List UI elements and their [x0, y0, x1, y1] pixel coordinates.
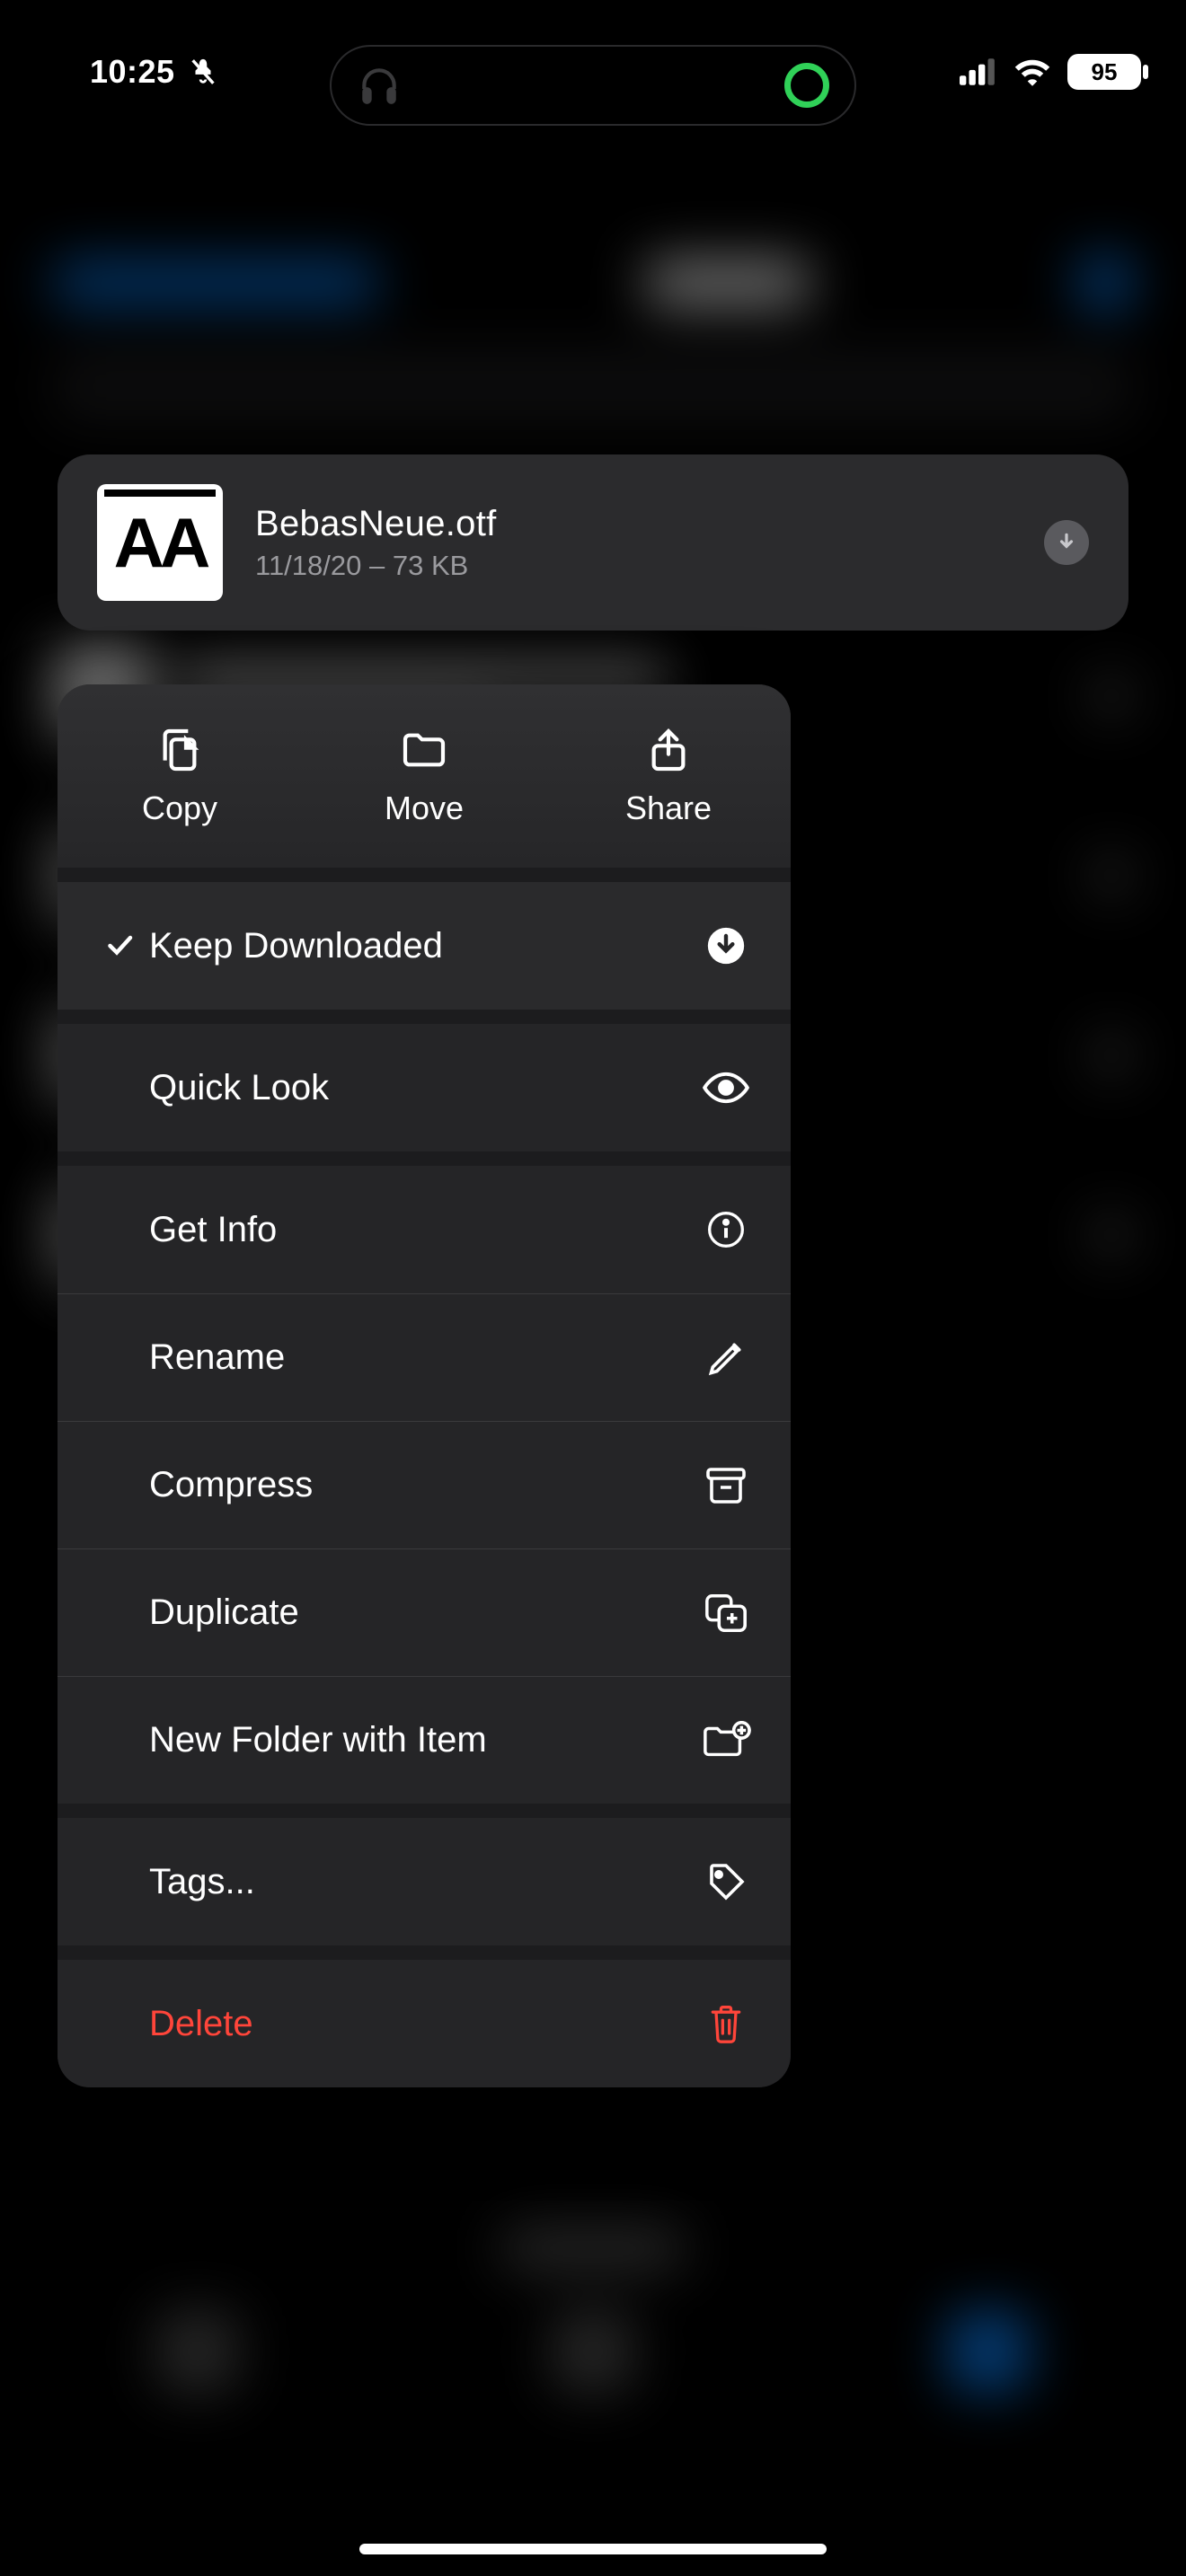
info-icon — [701, 1210, 751, 1249]
share-icon — [643, 725, 694, 775]
context-menu: Copy Move Share Keep Downloaded Quick Lo… — [58, 684, 791, 2087]
cellular-icon — [960, 58, 997, 85]
menu-duplicate[interactable]: Duplicate — [58, 1548, 791, 1676]
headphones-icon — [357, 61, 402, 110]
menu-new-folder[interactable]: New Folder with Item — [58, 1676, 791, 1804]
menu-get-info[interactable]: Get Info — [58, 1166, 791, 1293]
status-time: 10:25 — [90, 53, 175, 91]
dynamic-island[interactable] — [330, 45, 856, 126]
eye-icon — [701, 1070, 751, 1106]
battery-indicator: 95 — [1067, 54, 1141, 90]
file-preview-card[interactable]: AA BebasNeue.otf 11/18/20 – 73 KB — [58, 454, 1128, 631]
copy-icon — [155, 725, 205, 775]
wifi-icon — [1013, 57, 1051, 86]
archive-icon — [701, 1466, 751, 1505]
download-circle-icon — [701, 926, 751, 966]
trash-icon — [701, 2002, 751, 2045]
checkmark-icon — [97, 930, 142, 962]
file-name: BebasNeue.otf — [255, 504, 1012, 544]
menu-top-row: Copy Move Share — [58, 684, 791, 868]
folder-icon — [399, 725, 449, 775]
home-indicator[interactable] — [359, 2544, 827, 2554]
file-subtitle: 11/18/20 – 73 KB — [255, 550, 1012, 582]
menu-delete[interactable]: Delete — [58, 1960, 791, 2087]
menu-rename[interactable]: Rename — [58, 1293, 791, 1421]
download-status-icon — [1044, 520, 1089, 565]
copy-button[interactable]: Copy — [58, 684, 302, 868]
file-thumbnail: AA — [97, 484, 223, 601]
tag-icon — [701, 1860, 751, 1903]
activity-ring-icon — [784, 63, 829, 108]
menu-quick-look[interactable]: Quick Look — [58, 1024, 791, 1151]
pencil-icon — [701, 1338, 751, 1378]
folder-plus-icon — [701, 1721, 751, 1760]
duplicate-icon — [701, 1592, 751, 1635]
move-button[interactable]: Move — [302, 684, 546, 868]
menu-keep-downloaded[interactable]: Keep Downloaded — [58, 882, 791, 1010]
menu-compress[interactable]: Compress — [58, 1421, 791, 1548]
silent-icon — [188, 56, 218, 88]
share-button[interactable]: Share — [546, 684, 791, 868]
menu-tags[interactable]: Tags... — [58, 1818, 791, 1945]
